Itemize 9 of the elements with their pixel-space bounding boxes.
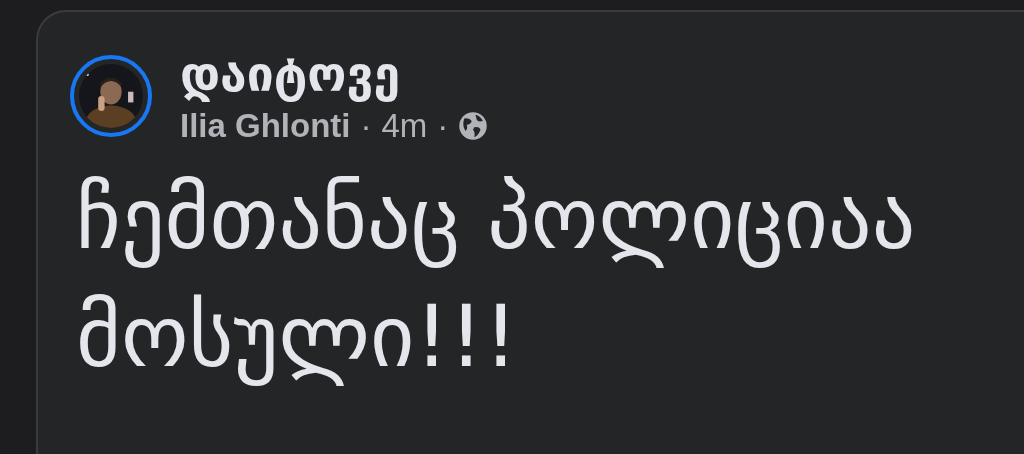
post-text-line: მოსული!!! <box>76 284 519 388</box>
globe-icon <box>458 110 489 141</box>
avatar[interactable] <box>70 55 152 138</box>
separator: · <box>360 106 372 145</box>
group-name[interactable]: დაიტოვე <box>180 48 489 101</box>
post-time[interactable]: 4m <box>381 106 428 145</box>
post-text-line: ჩემთანაც პოლიციაა <box>76 166 917 270</box>
separator: · <box>437 106 449 145</box>
author-name[interactable]: Ilia Ghlonti <box>180 106 351 145</box>
